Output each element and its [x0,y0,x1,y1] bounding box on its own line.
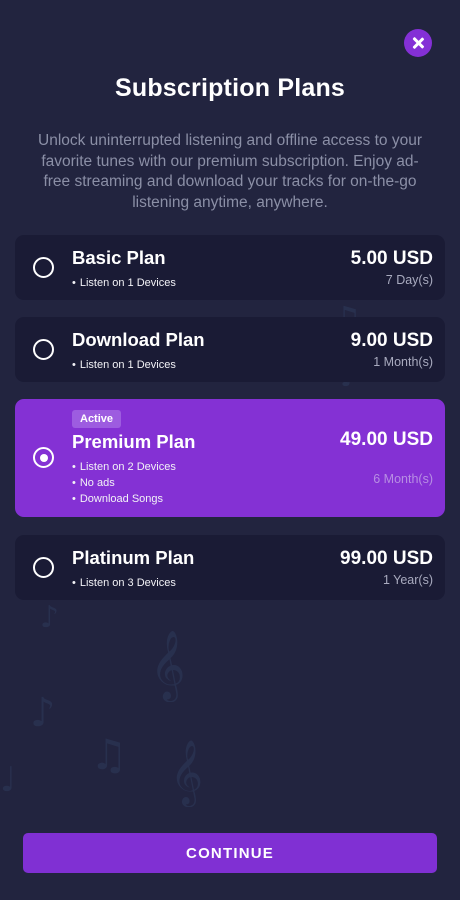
plan-radio-download[interactable] [33,339,54,360]
plan-card-platinum[interactable]: Platinum Plan Listen on 3 Devices 99.00 … [15,535,445,600]
plan-name: Platinum Plan [72,547,195,568]
plan-period: 7 Day(s) [385,273,433,287]
plan-name: Basic Plan [72,247,166,268]
close-icon [412,37,424,49]
plan-feature: No ads [72,475,176,491]
music-note-icon: ♩ [0,760,17,800]
plan-feature: Download Songs [72,491,176,507]
close-button[interactable] [404,29,432,57]
plan-card-basic[interactable]: Basic Plan Listen on 1 Devices 5.00 USD … [15,235,445,300]
radio-selected-dot [39,453,48,462]
treble-clef-icon: 𝄞 [170,740,204,805]
plan-card-premium[interactable]: Active Premium Plan Listen on 2 Devices … [15,399,445,517]
active-badge: Active [72,410,122,428]
plan-features: Listen on 2 Devices No ads Download Song… [72,459,176,507]
plan-feature: Listen on 1 Devices [72,275,176,291]
plan-radio-premium[interactable] [33,447,54,468]
plan-name: Download Plan [72,329,205,350]
music-note-icon: ♪ [40,600,60,635]
plan-features: Listen on 1 Devices [72,357,176,373]
plan-feature: Listen on 3 Devices [72,575,176,591]
plan-radio-platinum[interactable] [33,557,54,578]
plan-period: 1 Year(s) [382,573,433,587]
treble-clef-icon: 𝄞 [150,630,186,700]
page-description: Unlock uninterrupted listening and offli… [38,132,422,211]
plan-feature: Listen on 2 Devices [72,459,176,475]
plan-radio-basic[interactable] [33,257,54,278]
plan-price: 9.00 USD [350,330,433,351]
plan-features: Listen on 1 Devices [72,275,176,291]
music-note-icon: ♪ [30,690,56,736]
plan-features: Listen on 3 Devices [72,575,176,591]
plan-price: 99.00 USD [340,548,433,569]
music-note-icon: ♫ [90,730,128,779]
plan-name: Premium Plan [72,431,196,452]
plan-feature: Listen on 1 Devices [72,357,176,373]
page-title: Subscription Plans [114,74,346,102]
plan-price: 5.00 USD [350,248,433,269]
plan-period: 1 Month(s) [373,355,433,369]
plan-price: 49.00 USD [340,429,433,450]
plan-period: 6 Month(s) [373,472,433,486]
plan-card-download[interactable]: Download Plan Listen on 1 Devices 9.00 U… [15,317,445,382]
continue-button[interactable]: CONTINUE [23,833,437,873]
